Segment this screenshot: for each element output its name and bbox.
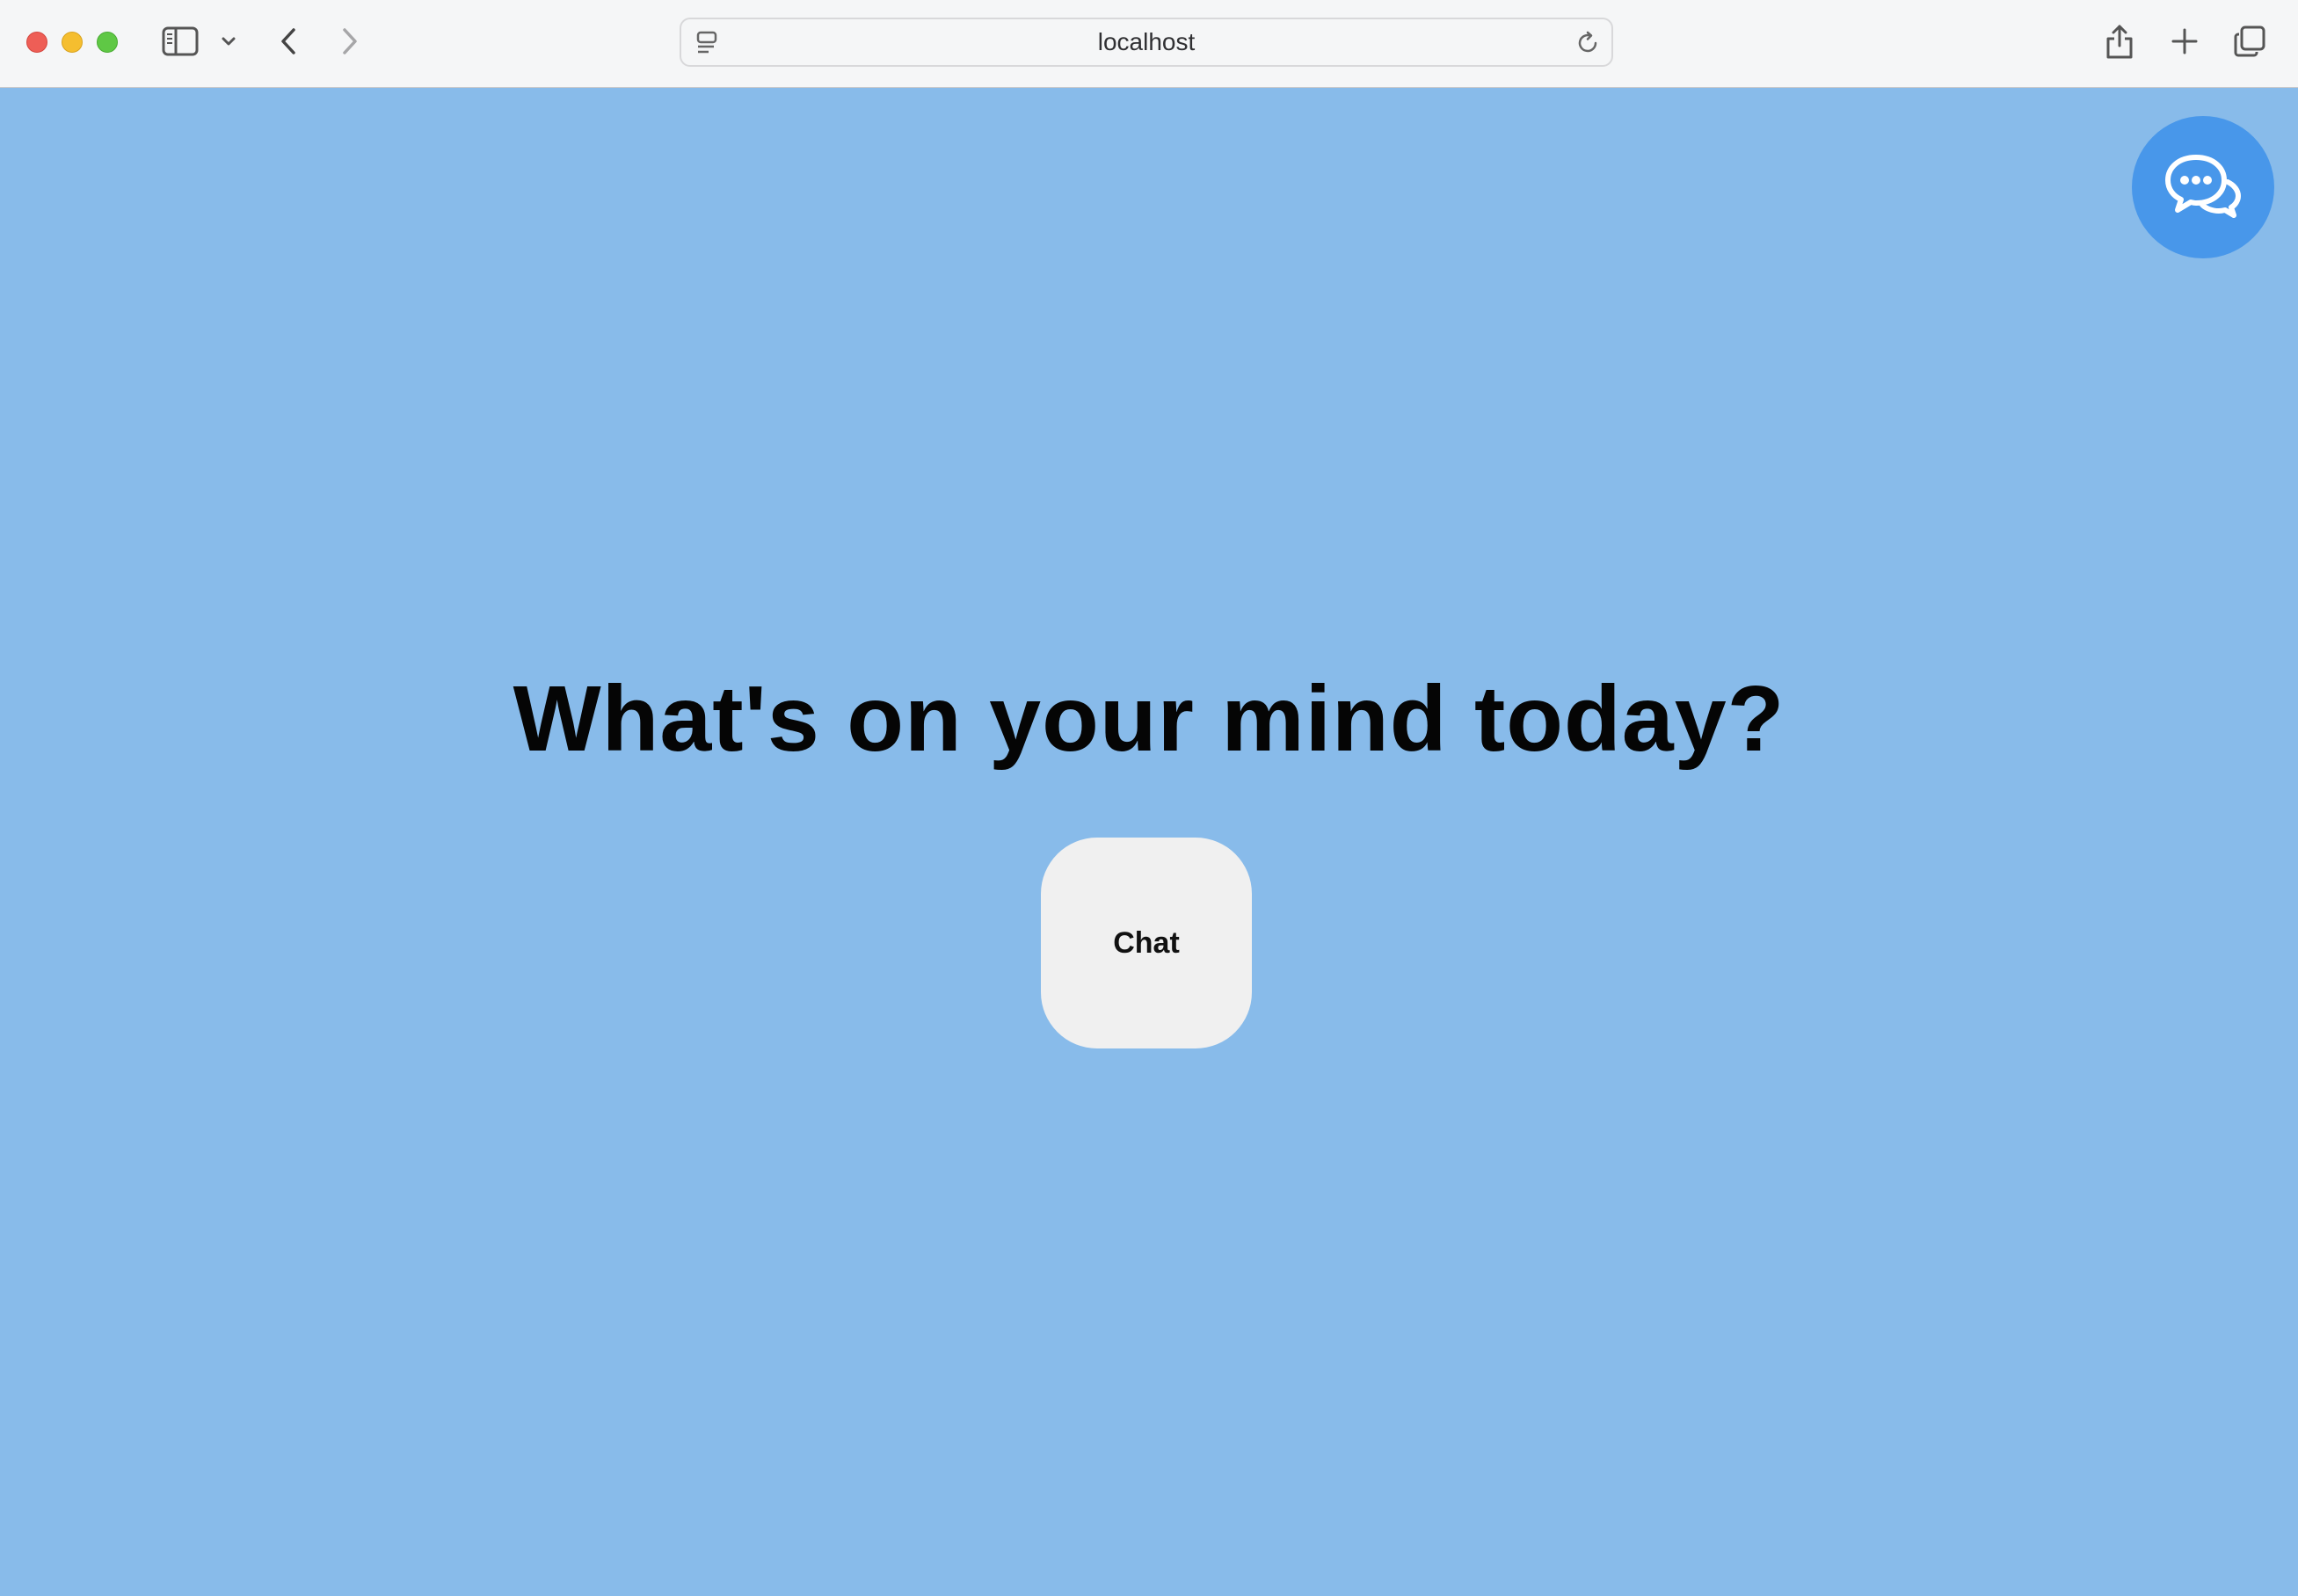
new-tab-icon[interactable] [2169,25,2200,57]
share-icon[interactable] [2102,21,2137,62]
chat-launcher-button[interactable] [2132,116,2274,258]
reload-icon[interactable] [1574,30,1601,56]
sidebar-toggle-icon[interactable] [160,25,200,58]
forward-icon[interactable] [336,25,364,58]
tab-overview-icon[interactable] [2232,24,2267,59]
address-bar[interactable]: localhost [680,18,1613,67]
browser-toolbar: localhost [0,0,2298,88]
chat-button[interactable]: Chat [1041,838,1252,1048]
page-headline: What's on your mind today? [513,667,1785,771]
page-viewport: What's on your mind today? Chat [0,88,2298,1596]
browser-window: localhost What's on your mind today? Cha… [0,0,2298,1596]
back-icon[interactable] [274,25,302,58]
chat-bubbles-icon [2157,140,2249,236]
window-close-button[interactable] [26,32,47,53]
window-maximize-button[interactable] [97,32,118,53]
window-minimize-button[interactable] [62,32,83,53]
address-text: localhost [1097,28,1196,55]
chevron-down-icon[interactable] [218,32,239,51]
